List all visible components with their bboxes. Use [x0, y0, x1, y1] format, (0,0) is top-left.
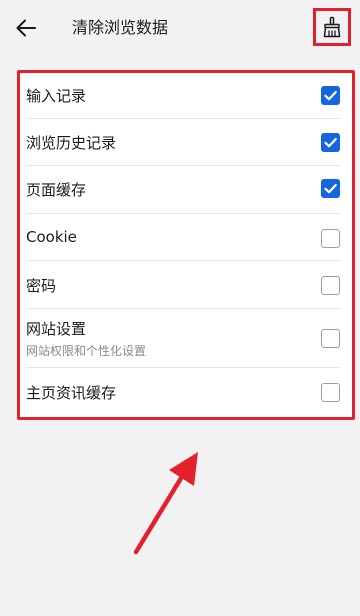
back-button[interactable]: [8, 10, 44, 46]
checkbox-password[interactable]: [321, 276, 340, 295]
option-browsing-history[interactable]: 浏览历史记录: [20, 119, 352, 166]
checkbox-site-settings[interactable]: [321, 329, 340, 348]
option-label: 页面缓存: [26, 181, 87, 199]
checkbox-page-cache[interactable]: [321, 179, 340, 198]
option-label: 浏览历史记录: [26, 134, 117, 152]
checkmark-icon: [324, 183, 337, 194]
option-page-cache[interactable]: 页面缓存: [20, 166, 352, 214]
option-label: 密码: [26, 277, 57, 295]
clear-data-button[interactable]: [313, 8, 351, 46]
top-app-bar: 清除浏览数据: [0, 0, 360, 56]
page-title: 清除浏览数据: [72, 18, 169, 37]
checkmark-icon: [324, 137, 337, 148]
checkmark-icon: [324, 90, 337, 101]
option-label: 主页资讯缓存: [26, 384, 117, 402]
option-cookie[interactable]: Cookie: [20, 214, 352, 261]
option-sublabel: 网站权限和个性化设置: [26, 344, 147, 358]
option-input-history[interactable]: 输入记录: [20, 73, 352, 119]
clear-options-list: 输入记录 浏览历史记录 页面缓存 Cookie 密码 网站设置 网站权限和个性化…: [17, 70, 355, 420]
option-label: Cookie: [26, 228, 77, 246]
option-label: 输入记录: [26, 87, 87, 105]
checkbox-cookie[interactable]: [321, 229, 340, 248]
checkbox-input-history[interactable]: [321, 86, 340, 105]
option-label: 网站设置: [26, 320, 87, 338]
annotation-arrow: [133, 452, 198, 555]
option-homepage-news-cache[interactable]: 主页资讯缓存: [20, 368, 352, 416]
checkbox-browsing-history[interactable]: [321, 133, 340, 152]
option-password[interactable]: 密码: [20, 261, 352, 309]
option-site-settings[interactable]: 网站设置 网站权限和个性化设置: [20, 309, 352, 368]
checkbox-homepage-news-cache[interactable]: [321, 383, 340, 402]
broom-icon: [323, 16, 341, 38]
arrow-left-icon: [16, 19, 36, 37]
